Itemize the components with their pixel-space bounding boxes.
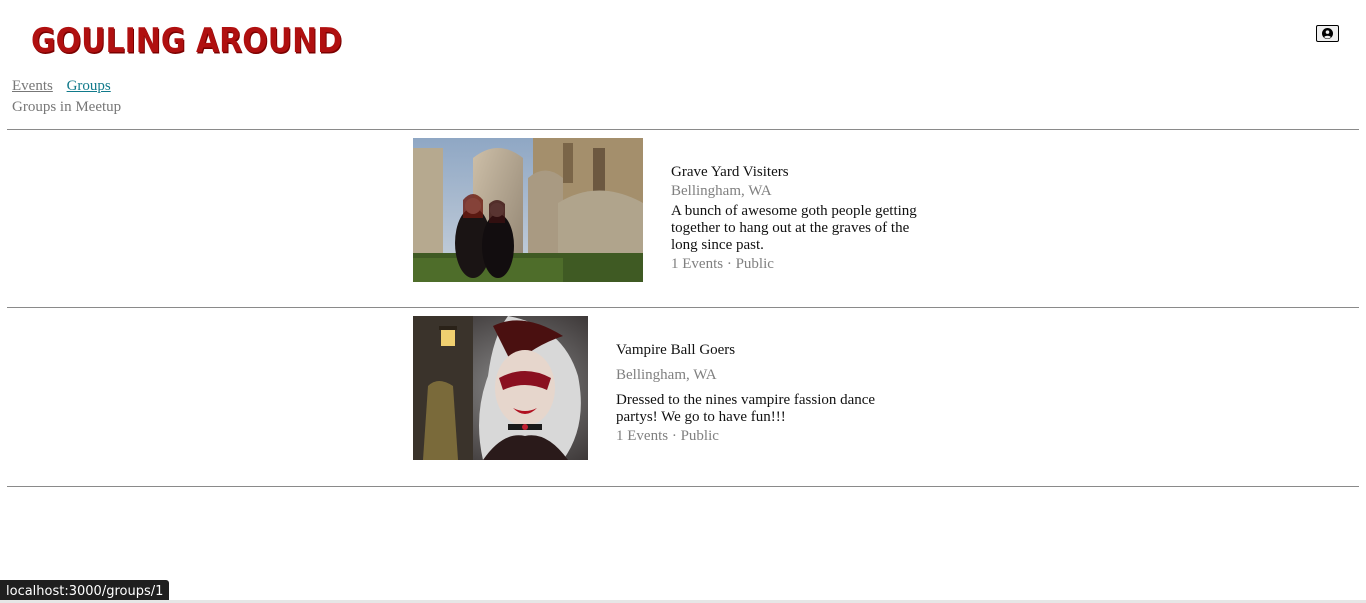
group-description: A bunch of awesome goth people getting t… xyxy=(671,203,917,253)
profile-menu-button[interactable] xyxy=(1316,25,1339,42)
group-name[interactable]: Grave Yard Visiters xyxy=(671,164,931,183)
group-card[interactable]: Grave Yard Visiters Bellingham, WA A bun… xyxy=(413,138,917,282)
nav-link-events[interactable]: Events xyxy=(12,78,53,94)
group-location: Bellingham, WA xyxy=(616,367,717,383)
group-meta: 1 Events · Public xyxy=(616,428,719,444)
group-image-vampire-ball[interactable] xyxy=(413,316,588,460)
page-subtitle: Groups in Meetup xyxy=(12,99,122,115)
divider xyxy=(7,486,1359,487)
group-card[interactable]: Vampire Ball Goers Bellingham, WA Dresse… xyxy=(413,316,913,460)
group-name[interactable]: Vampire Ball Goers xyxy=(616,342,876,367)
group-info: Vampire Ball Goers Bellingham, WA Dresse… xyxy=(616,342,876,445)
user-circle-icon xyxy=(1322,28,1333,39)
group-image-graveyard[interactable] xyxy=(413,138,643,282)
group-meta: 1 Events · Public xyxy=(671,256,774,272)
divider xyxy=(7,307,1359,308)
nav-link-groups[interactable]: Groups xyxy=(67,78,111,94)
group-location: Bellingham, WA xyxy=(671,183,772,199)
site-logo[interactable]: GOULING AROUND xyxy=(31,22,342,61)
main-nav: Events Groups xyxy=(12,78,121,95)
group-description: Dressed to the nines vampire fassion dan… xyxy=(616,392,876,425)
group-info: Grave Yard Visiters Bellingham, WA A bun… xyxy=(671,164,931,273)
divider xyxy=(7,129,1359,130)
